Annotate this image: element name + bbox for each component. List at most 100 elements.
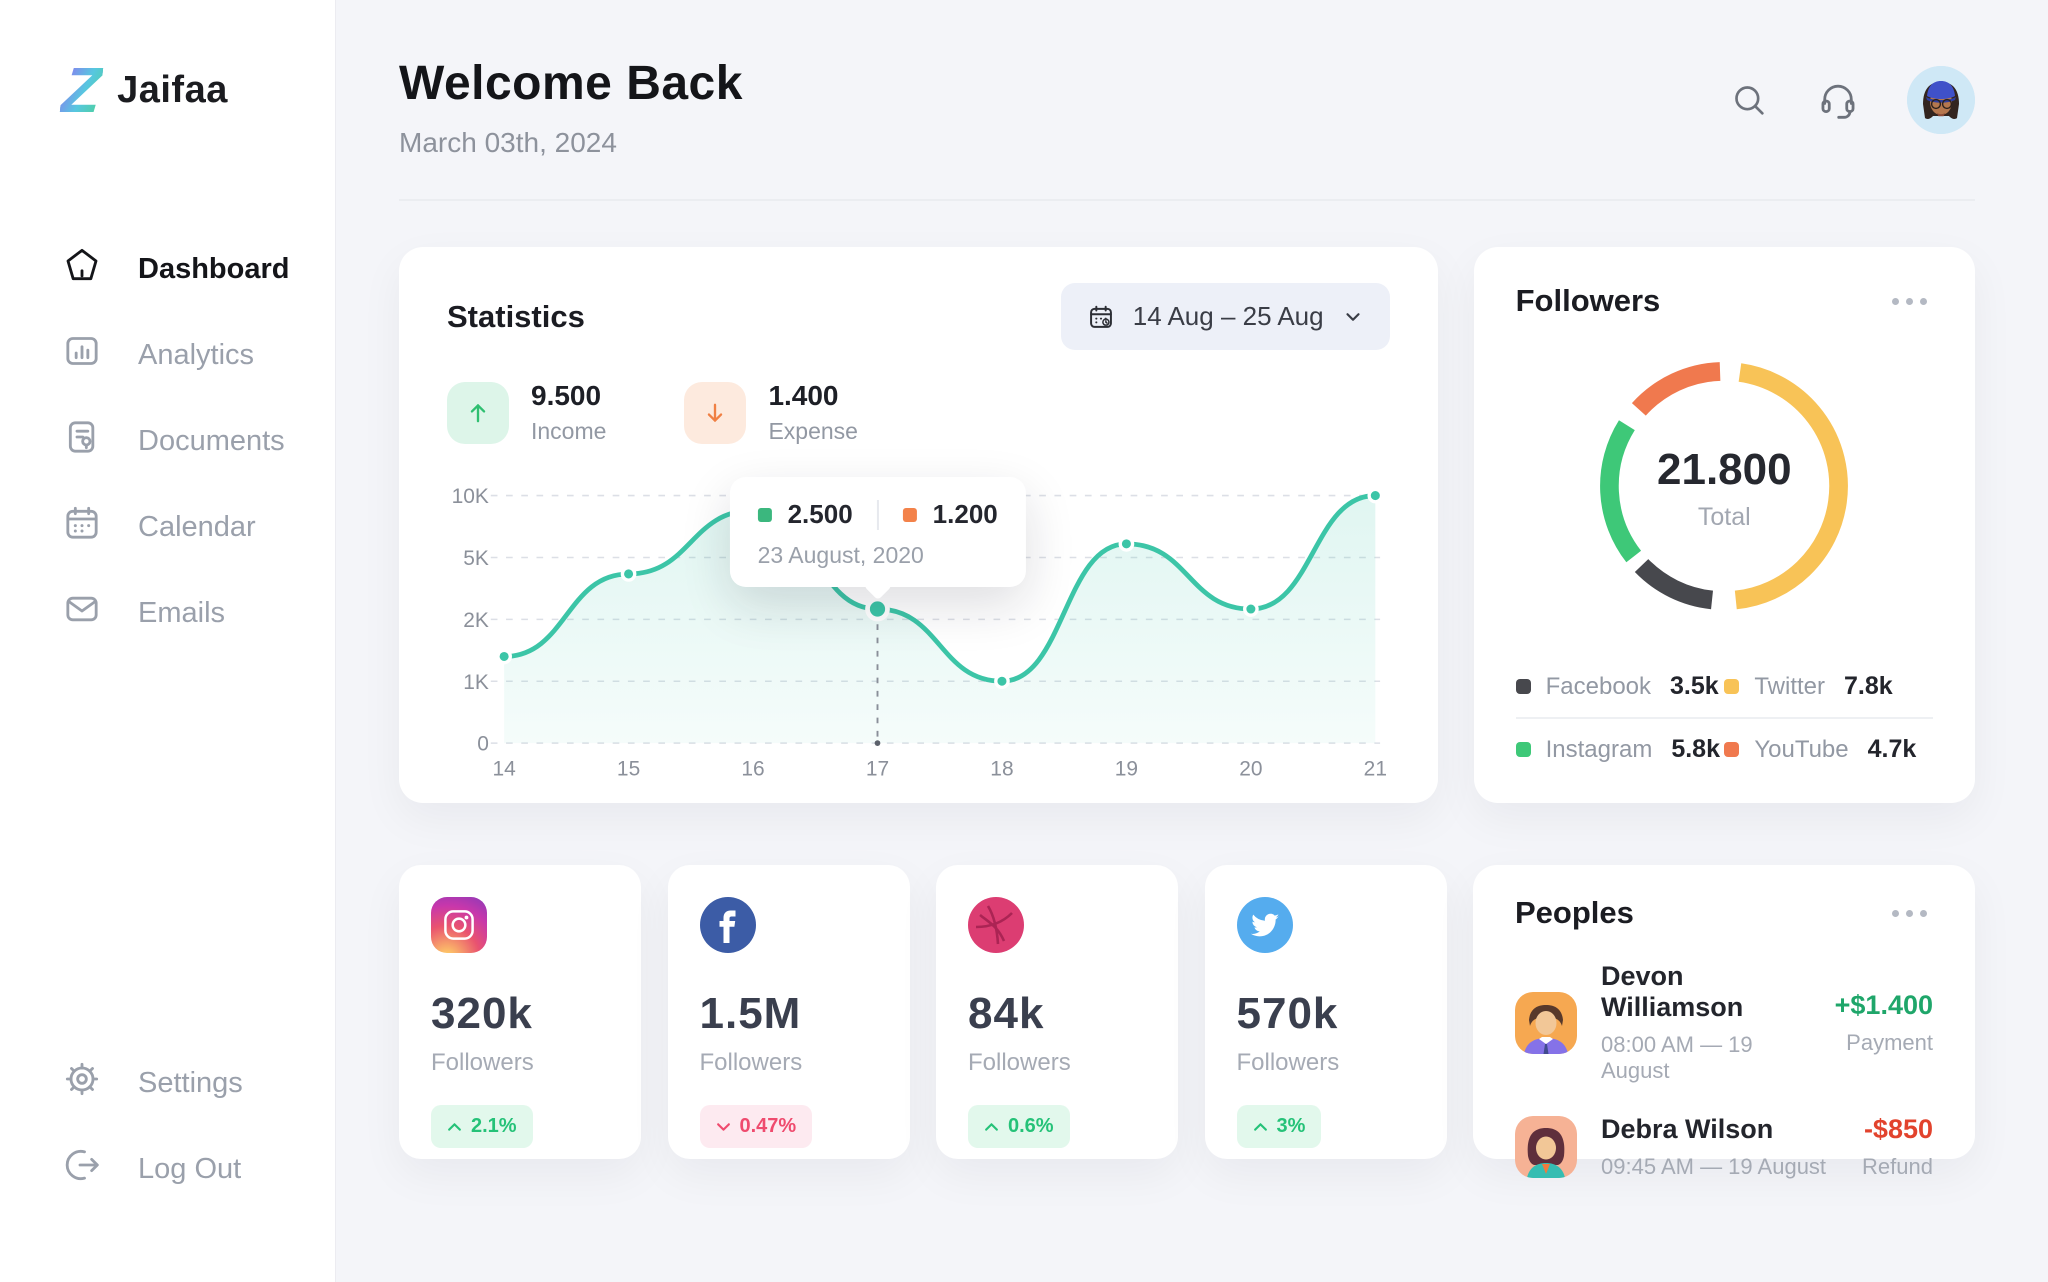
user-avatar[interactable] [1907,66,1975,134]
sidebar-item-label: Documents [138,425,285,458]
svg-text:1K: 1K [463,671,489,694]
youtube-swatch [1724,742,1739,757]
twitter-followers: 570k [1237,989,1415,1039]
expense-summary: 1.400 Expense [684,380,858,445]
trend-up-icon [447,1122,462,1132]
peoples-title: Peoples [1515,895,1634,931]
sidebar-item-label: Emails [138,597,225,630]
dribbble-trend-badge: 0.6% [968,1105,1070,1148]
person-amount: +$1.400 [1835,990,1933,1021]
followers-legend: Facebook 3.5k Twitter 7.8k Instagram 5.8… [1516,656,1933,780]
facebook-card: 1.5M Followers 0.47% [668,865,910,1159]
svg-text:18: 18 [990,757,1013,780]
date-range-label: 14 Aug – 25 Aug [1133,301,1324,332]
search-icon [1729,80,1769,120]
main-content: Welcome Back March 03th, 2024 [337,0,2048,1159]
twitter-card: 570k Followers 3% [1205,865,1447,1159]
emails-icon [62,589,102,637]
dribbble-followers: 84k [968,989,1146,1039]
svg-text:14: 14 [492,757,516,780]
search-button[interactable] [1729,80,1769,120]
sidebar-item-label: Calendar [138,511,256,544]
legend-instagram: Instagram 5.8k [1516,735,1725,764]
header-divider [399,199,1975,201]
trend-up-icon [984,1122,999,1132]
people-row-devon[interactable]: Devon Williamson 08:00 AM — 19 August +$… [1515,961,1933,1084]
followers-total-label: Total [1698,503,1751,532]
legend-facebook: Facebook 3.5k [1516,672,1725,701]
sidebar-item-logout[interactable]: Log Out [62,1126,295,1212]
avatar [1515,992,1577,1054]
income-value: 9.500 [531,380,606,412]
footer-item-label: Log Out [138,1153,241,1186]
sidebar-item-label: Dashboard [138,253,289,286]
person-time: 08:00 AM — 19 August [1601,1032,1811,1084]
twitter-swatch [1724,679,1739,694]
arrow-down-icon [684,382,746,444]
person-amount: -$850 [1862,1114,1933,1145]
svg-text:2K: 2K [463,609,489,632]
legend-youtube: YouTube 4.7k [1724,735,1933,764]
svg-text:5K: 5K [463,547,489,570]
sidebar-item-dashboard[interactable]: Dashboard [62,226,295,312]
facebook-icon [700,897,756,953]
sidebar-item-settings[interactable]: Settings [62,1040,295,1126]
sidebar: Z Jaifaa Dashboard Analytics Documents [0,0,336,1282]
analytics-icon [62,331,102,379]
tooltip-expense: 1.200 [933,499,998,530]
svg-text:17: 17 [866,757,889,780]
statistics-title: Statistics [447,299,585,335]
gear-icon [62,1059,102,1107]
svg-text:15: 15 [617,757,640,780]
home-icon [62,245,102,293]
page-title: Welcome Back [399,56,743,111]
statistics-card: Statistics 14 Aug – 25 Aug 9.500 Income [399,247,1438,803]
dribbble-icon [968,897,1024,953]
brand-logo: Z Jaifaa [62,58,295,122]
support-button[interactable] [1817,79,1859,121]
instagram-icon [431,897,487,953]
calendar-icon [62,503,102,551]
expense-label: Expense [768,418,858,445]
date-range-selector[interactable]: 14 Aug – 25 Aug [1061,283,1390,350]
instagram-followers: 320k [431,989,609,1039]
people-row-debra[interactable]: Debra Wilson 09:45 AM — 19 August -$850 … [1515,1114,1933,1180]
more-options-button[interactable] [1886,292,1933,311]
expense-value: 1.400 [768,380,858,412]
sidebar-item-label: Analytics [138,339,254,372]
svg-text:21: 21 [1364,757,1387,780]
sidebar-item-documents[interactable]: Documents [62,398,295,484]
trend-up-icon [1253,1122,1268,1132]
chart-area: 01K2K5K10K1415161718192021 2.500 1.200 2… [447,467,1390,781]
sidebar-item-calendar[interactable]: Calendar [62,484,295,570]
trend-down-icon [716,1122,731,1132]
peoples-card: Peoples Devon Williamson 08:0 [1473,865,1975,1159]
more-options-button[interactable] [1886,904,1933,923]
person-amount-type: Refund [1862,1154,1933,1180]
svg-text:19: 19 [1115,757,1138,780]
twitter-icon [1237,897,1293,953]
topbar: Welcome Back March 03th, 2024 [399,50,1975,159]
logout-icon [62,1145,102,1193]
income-summary: 9.500 Income [447,380,606,445]
expense-swatch [903,508,917,522]
svg-text:20: 20 [1239,757,1262,780]
svg-text:10K: 10K [452,485,489,508]
sidebar-item-analytics[interactable]: Analytics [62,312,295,398]
tooltip-income: 2.500 [788,499,853,530]
svg-text:0: 0 [477,733,489,756]
documents-icon [62,417,102,465]
headset-icon [1817,79,1859,121]
instagram-trend-badge: 2.1% [431,1105,533,1148]
avatar [1515,1116,1577,1178]
facebook-followers: 1.5M [700,989,878,1039]
sidebar-footer: Settings Log Out [62,1040,295,1212]
person-amount-type: Payment [1835,1030,1933,1056]
followers-card: Followers 21.800 Total Facebook 3.5k [1474,247,1975,803]
sidebar-item-emails[interactable]: Emails [62,570,295,656]
instagram-card: 320k Followers 2.1% [399,865,641,1159]
sidebar-nav: Dashboard Analytics Documents Calendar E… [62,226,295,656]
dribbble-card: 84k Followers 0.6% [936,865,1178,1159]
avatar-image [1907,66,1975,134]
person-name: Debra Wilson [1601,1114,1838,1145]
